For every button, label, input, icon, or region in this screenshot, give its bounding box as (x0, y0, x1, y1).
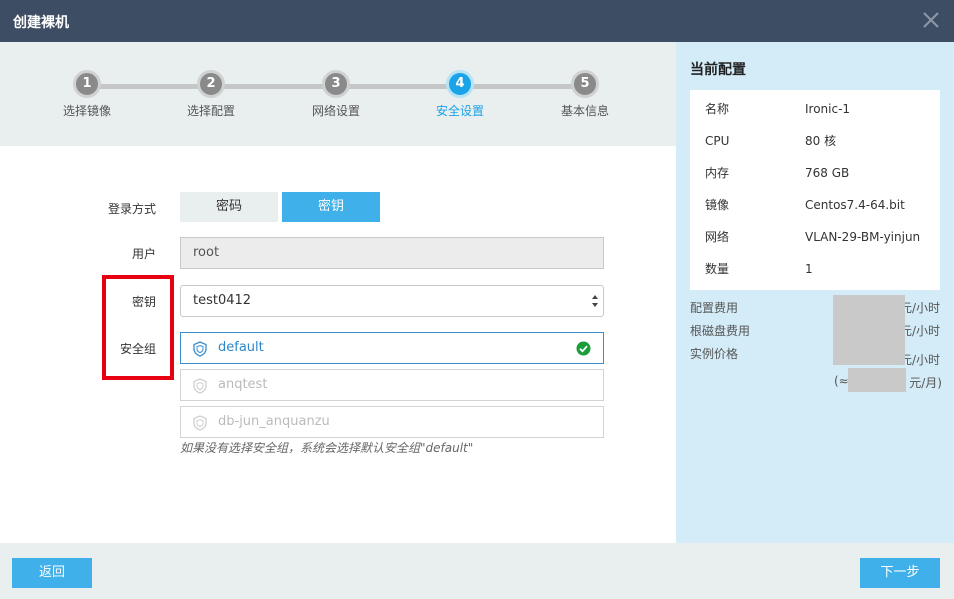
dialog-footer: 返回 下一步 (0, 543, 954, 599)
login-method-label: 登录方式 (107, 202, 156, 216)
key-select-value: test0412 (193, 293, 252, 308)
redacted-price (833, 295, 905, 365)
dialog-title: 创建裸机 (13, 15, 69, 31)
key-select[interactable]: test0412 (180, 285, 604, 317)
security-group-name: db-jun_anquanzu (218, 414, 330, 429)
config-value: 1 (805, 262, 813, 276)
login-password-option[interactable]: 密码 (180, 192, 278, 222)
redacted-price (848, 368, 906, 392)
step-label: 选择镜像 (62, 104, 111, 118)
instance-month-unit: 元/月) (909, 376, 942, 390)
config-key: CPU (705, 134, 730, 148)
security-group-item[interactable]: anqtest (180, 369, 604, 401)
security-group-name: anqtest (218, 377, 268, 392)
step-2: 2 选择配置 (161, 70, 261, 119)
config-row: 内存 768 GB (690, 157, 940, 189)
disk-fee-label: 根磁盘费用 (690, 324, 751, 338)
step-number: 4 (446, 70, 474, 98)
step-label: 网络设置 (311, 104, 360, 118)
shield-icon (193, 378, 207, 394)
step-1: 1 选择镜像 (37, 70, 137, 119)
config-row: CPU 80 核 (690, 125, 940, 157)
step-4: 4 安全设置 (410, 70, 510, 119)
security-group-name: default (218, 340, 264, 355)
step-progress: 1 选择镜像 2 选择配置 3 网络设置 4 安全设置 5 基本信息 (0, 42, 676, 146)
config-key: 内存 (705, 166, 730, 180)
back-button[interactable]: 返回 (12, 558, 92, 588)
step-label: 选择配置 (186, 104, 235, 118)
highlight-box (102, 275, 174, 380)
config-card: 名称 Ironic-1 CPU 80 核 内存 768 GB 镜像 Centos… (690, 90, 940, 290)
security-group-hint: 如果没有选择安全组，系统会选择默认安全组"default" (180, 441, 474, 455)
step-label: 基本信息 (560, 104, 609, 118)
config-row: 名称 Ironic-1 (690, 93, 940, 125)
config-value: Centos7.4-64.bit (805, 198, 905, 212)
step-number: 5 (571, 70, 599, 98)
config-row: 镜像 Centos7.4-64.bit (690, 189, 940, 221)
check-circle-icon (576, 341, 591, 356)
user-label: 用户 (131, 247, 156, 261)
shield-icon (193, 341, 207, 357)
config-key: 网络 (705, 230, 730, 244)
config-key: 名称 (705, 102, 730, 116)
step-number: 2 (197, 70, 225, 98)
config-value: Ironic-1 (805, 102, 851, 116)
config-summary-title: 当前配置 (690, 62, 746, 78)
config-value: VLAN-29-BM-yinjun (805, 230, 921, 244)
instance-price-label: 实例价格 (690, 347, 739, 361)
login-key-option[interactable]: 密钥 (282, 192, 380, 222)
config-key: 数量 (705, 262, 730, 276)
user-field: root (180, 237, 604, 269)
step-label: 安全设置 (435, 104, 484, 118)
main-panel: 1 选择镜像 2 选择配置 3 网络设置 4 安全设置 5 基本信息 登录方式 … (0, 42, 676, 543)
config-value: 80 核 (805, 134, 837, 148)
security-group-item[interactable]: default (180, 332, 604, 364)
close-icon[interactable] (920, 9, 942, 31)
config-summary-panel: 当前配置 名称 Ironic-1 CPU 80 核 内存 768 GB 镜像 C… (676, 42, 954, 543)
config-fee-label: 配置费用 (690, 301, 739, 315)
config-key: 镜像 (705, 198, 730, 212)
step-3: 3 网络设置 (286, 70, 386, 119)
dialog-titlebar: 创建裸机 (0, 0, 954, 42)
select-arrows-icon (592, 295, 598, 307)
step-number: 1 (73, 70, 101, 98)
config-value: 768 GB (805, 166, 850, 180)
next-button[interactable]: 下一步 (860, 558, 940, 588)
config-row: 数量 1 (690, 253, 940, 285)
config-row: 网络 VLAN-29-BM-yinjun (690, 221, 940, 253)
security-group-item[interactable]: db-jun_anquanzu (180, 406, 604, 438)
shield-icon (193, 415, 207, 431)
step-5: 5 基本信息 (535, 70, 635, 119)
step-number: 3 (322, 70, 350, 98)
